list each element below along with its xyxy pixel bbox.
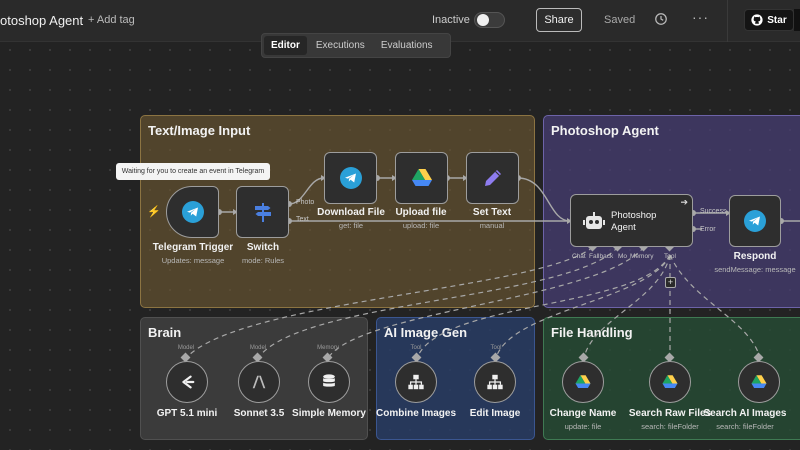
github-star-button[interactable]: Star [744, 9, 794, 31]
sonnet-model-node[interactable] [238, 361, 280, 403]
node-subtitle: mode: Rules [241, 256, 285, 265]
toggle-knob [477, 14, 489, 26]
photoshop-agent-node[interactable]: Photoshop Agent ➔ [570, 194, 693, 247]
history-icon[interactable] [654, 12, 668, 26]
agent-input-model: Mo [618, 253, 628, 260]
toolbar-divider [727, 0, 728, 42]
trigger-bolt-icon: ⚡ [147, 206, 161, 218]
agent-input-chat: Chat [572, 253, 586, 260]
node-label: Switch [246, 242, 280, 253]
upload-file-node[interactable] [395, 152, 448, 204]
change-name-node[interactable] [562, 361, 604, 403]
download-file-node[interactable] [324, 152, 377, 204]
group-title: AI Image Gen [384, 325, 468, 340]
saved-status: Saved [604, 14, 636, 26]
telegram-icon [339, 167, 362, 189]
agent-input-tool: Tool [664, 253, 676, 260]
active-toggle[interactable] [474, 12, 505, 28]
group-title: File Handling [551, 325, 633, 340]
agent-output-error: Error [700, 226, 716, 233]
node-subtitle: sendMessage: message [714, 265, 796, 274]
port-label-model: Model [249, 345, 267, 351]
view-tabs: Editor Executions Evaluations [261, 33, 451, 58]
tab-evaluations[interactable]: Evaluations [374, 36, 440, 55]
google-drive-icon [751, 375, 767, 388]
agent-node-title: Photoshop Agent [611, 210, 657, 233]
agent-input-memory: Memory [630, 253, 654, 260]
pencil-icon [484, 170, 501, 186]
telegram-icon [181, 201, 204, 223]
switch-output-photo: Photo [296, 199, 315, 206]
group-title: Photoshop Agent [551, 123, 659, 138]
switch-node[interactable] [236, 186, 289, 238]
combine-images-node[interactable] [395, 361, 437, 403]
sitemap-icon [487, 374, 503, 390]
tab-editor[interactable]: Editor [264, 36, 307, 55]
google-drive-icon [662, 375, 678, 388]
node-label: Respond [733, 251, 777, 262]
node-subtitle: search: fileFolder [716, 422, 774, 431]
agent-arrow-icon: ➔ [680, 197, 688, 207]
openai-icon [182, 375, 195, 389]
node-label: Search AI Images [703, 408, 787, 419]
gpt-model-node[interactable] [166, 361, 208, 403]
sitemap-icon [408, 374, 424, 390]
simple-memory-node[interactable] [308, 361, 350, 403]
telegram-icon [744, 210, 766, 232]
port-label-tool: Tool [490, 345, 502, 351]
trigger-waiting-tooltip: Waiting for you to create an event in Te… [116, 163, 270, 180]
robot-icon [583, 212, 605, 229]
share-button[interactable]: Share [536, 8, 582, 32]
agent-output-success: Success [700, 208, 727, 215]
offscreen-button-edge [794, 9, 800, 31]
group-title: Brain [148, 325, 182, 340]
more-options-icon[interactable]: ··· [692, 9, 709, 25]
tab-executions[interactable]: Executions [309, 36, 372, 55]
search-ai-images-node[interactable] [738, 361, 780, 403]
workflow-name[interactable]: otoshop Agent [0, 13, 83, 28]
group-title: Text/Image Input [148, 123, 251, 138]
port-label-memory: Memory [317, 345, 339, 351]
node-subtitle: manual [479, 221, 505, 230]
agent-input-fallback: Fallback [589, 253, 614, 260]
port-label-model: Model [177, 345, 195, 351]
port-label-tool: Tool [410, 345, 422, 351]
google-drive-icon [411, 169, 432, 186]
google-drive-icon [575, 375, 591, 388]
telegram-trigger-node[interactable] [166, 186, 219, 238]
respond-node[interactable] [729, 195, 781, 247]
anthropic-icon [252, 375, 266, 389]
star-label: Star [767, 14, 787, 26]
database-icon [323, 374, 335, 387]
add-tool-plus-icon[interactable]: + [665, 277, 676, 288]
signpost-icon [254, 203, 271, 222]
github-icon [751, 14, 763, 26]
set-text-node[interactable] [466, 152, 519, 204]
search-raw-files-node[interactable] [649, 361, 691, 403]
add-tag-button[interactable]: + Add tag [88, 14, 135, 26]
edit-image-node[interactable] [474, 361, 516, 403]
active-status-label: Inactive [432, 14, 470, 26]
node-label: Set Text [472, 207, 512, 218]
